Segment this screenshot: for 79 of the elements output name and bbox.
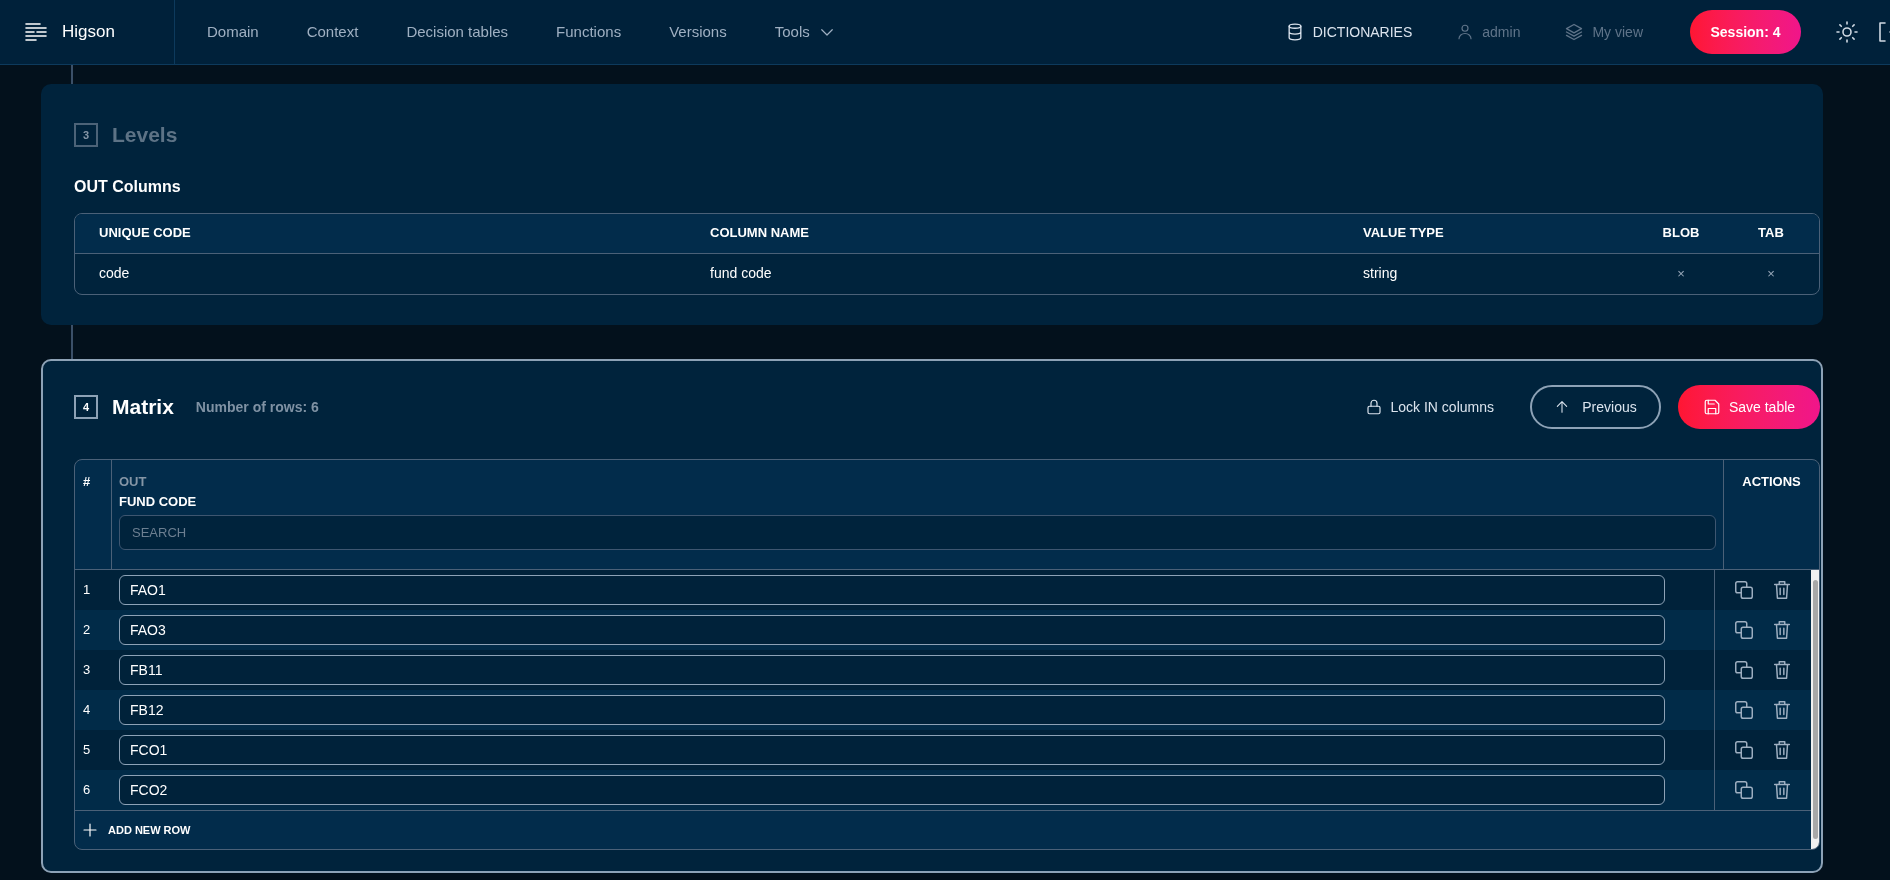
row-number: 6 (82, 781, 92, 800)
column-header: TAB (1758, 224, 1784, 243)
nav-link[interactable]: Domain (207, 20, 259, 44)
row-number: 3 (82, 661, 92, 680)
column-group-label: OUT (119, 473, 148, 491)
trash-icon (1771, 699, 1793, 721)
column-header: VALUE TYPE (1363, 224, 1445, 243)
row-number: 2 (82, 621, 92, 640)
delete-button[interactable] (1771, 579, 1793, 601)
add-row-button[interactable]: ADD NEW ROW (75, 810, 1811, 849)
duplicate-button[interactable] (1733, 699, 1755, 721)
logo-icon (22, 20, 50, 44)
person-icon (1456, 23, 1475, 41)
table-cell-text: × (1677, 264, 1685, 283)
session-button[interactable]: Session: 4 (1690, 10, 1801, 54)
value-field[interactable]: FCO1 (119, 735, 1665, 765)
duplicate-button[interactable] (1733, 739, 1755, 761)
row-count: Number of rows: 6 (195, 397, 319, 417)
delete-button[interactable] (1771, 739, 1793, 761)
trash-icon (1771, 739, 1793, 761)
table-cell-text: string (1363, 264, 1399, 283)
column-header: # (75, 460, 112, 569)
duplicate-button[interactable] (1733, 779, 1755, 801)
lock-columns-button[interactable]: Lock IN columns (1364, 396, 1494, 418)
theme-toggle-button[interactable] (1835, 20, 1859, 44)
dictionaries-link[interactable]: DICTIONARIES (1284, 21, 1413, 43)
copy-icon (1733, 619, 1755, 641)
lock-icon (1364, 397, 1383, 417)
scrollbar[interactable] (1811, 570, 1819, 849)
nav-link[interactable]: Context (306, 20, 359, 44)
row-number: 1 (82, 581, 92, 600)
trash-icon (1771, 779, 1793, 801)
nav-link[interactable]: Versions (669, 20, 727, 44)
delete-button[interactable] (1771, 619, 1793, 641)
column-header: UNIQUE CODE (99, 224, 192, 243)
value-field[interactable]: FAO3 (119, 615, 1665, 645)
value-field[interactable]: FB11 (119, 655, 1665, 685)
sun-icon (1835, 20, 1859, 44)
section-title: Matrix (112, 394, 174, 421)
section-subtitle: OUT Columns (74, 176, 182, 197)
search-field[interactable]: SEARCH (119, 515, 1716, 550)
value-field[interactable]: FAO1 (119, 575, 1665, 605)
value-field[interactable]: FCO2 (119, 775, 1665, 805)
column-header: ACTIONS (1741, 473, 1802, 491)
step-number: 3 (74, 122, 98, 147)
plus-icon (81, 821, 99, 839)
delete-button[interactable] (1771, 699, 1793, 721)
column-header: COLUMN NAME (710, 224, 810, 243)
nav-link[interactable]: Decision tables (406, 20, 509, 44)
copy-icon (1733, 699, 1755, 721)
duplicate-button[interactable] (1733, 659, 1755, 681)
row-number: 4 (82, 701, 92, 720)
nav-link[interactable]: Tools (774, 20, 836, 44)
logout-button[interactable] (1876, 20, 1890, 44)
layers-icon (1564, 22, 1585, 42)
column-header: BLOB (1662, 224, 1700, 243)
save-table-button[interactable]: Save table (1678, 385, 1820, 429)
brand-name[interactable]: Higson (62, 19, 115, 45)
column-header: FUND CODE (119, 492, 198, 511)
trash-icon (1771, 619, 1793, 641)
table-cell-text: fund code (710, 264, 773, 283)
copy-icon (1733, 579, 1755, 601)
nav-link[interactable]: Functions (556, 20, 622, 44)
table-cell-text: code (99, 264, 131, 283)
duplicate-button[interactable] (1733, 579, 1755, 601)
duplicate-button[interactable] (1733, 619, 1755, 641)
table-cell-text: × (1767, 264, 1775, 283)
trash-icon (1771, 579, 1793, 601)
copy-icon (1733, 659, 1755, 681)
trash-icon (1771, 659, 1793, 681)
value-field[interactable]: FB12 (119, 695, 1665, 725)
row-number: 5 (82, 741, 92, 760)
previous-button[interactable]: Previous (1530, 385, 1661, 429)
copy-icon (1733, 739, 1755, 761)
section-title: Levels (112, 122, 178, 148)
copy-icon (1733, 779, 1755, 801)
delete-button[interactable] (1771, 659, 1793, 681)
delete-button[interactable] (1771, 779, 1793, 801)
step-number: 4 (74, 395, 98, 419)
